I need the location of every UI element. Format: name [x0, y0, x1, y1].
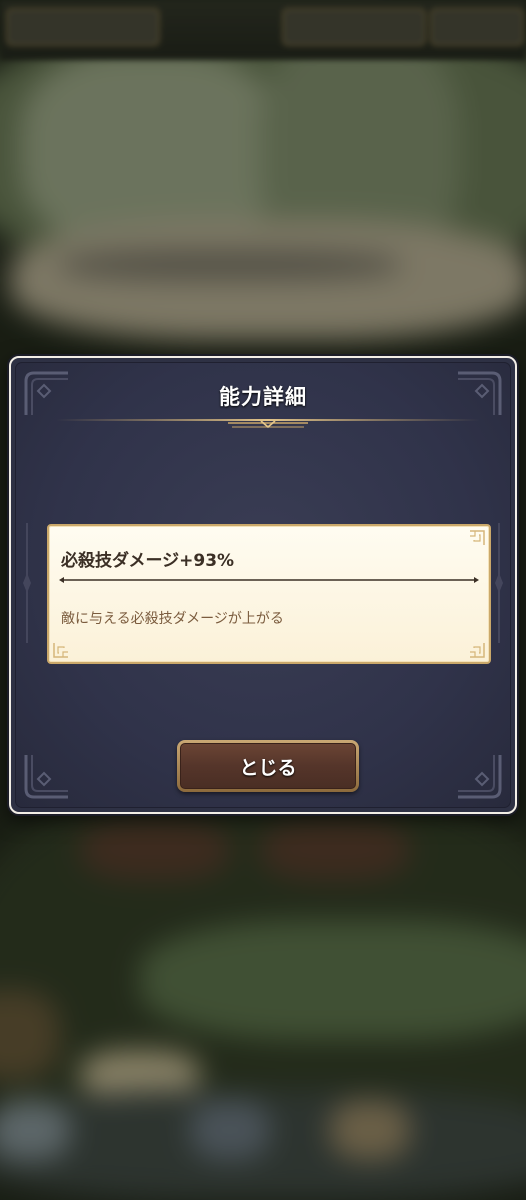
dialog-panel: 能力詳細 必殺技ダメージ+93% 敵に与える必殺技ダメージが上がる とじる: [15, 362, 511, 808]
corner-ornament-icon: [456, 753, 502, 799]
dialog-title: 能力詳細: [219, 385, 307, 409]
corner-ornament-icon: [24, 753, 70, 799]
card-corner-ornament-icon: [468, 529, 486, 547]
ability-info-card: 必殺技ダメージ+93% 敵に与える必殺技ダメージが上がる: [47, 524, 491, 664]
card-corner-ornament-icon: [52, 641, 70, 659]
card-corner-ornament-icon: [468, 641, 486, 659]
side-ornament-icon: [494, 523, 504, 643]
ability-description: 敵に与える必殺技ダメージが上がる: [61, 611, 284, 627]
side-ornament-icon: [22, 523, 32, 643]
ability-name: 必殺技ダメージ+93%: [61, 551, 235, 571]
title-divider: [56, 415, 480, 433]
card-divider: [59, 576, 479, 584]
close-button-label: とじる: [180, 743, 356, 789]
ability-detail-dialog: 能力詳細 必殺技ダメージ+93% 敵に与える必殺技ダメージが上がる とじる: [9, 356, 517, 814]
close-button[interactable]: とじる: [177, 740, 359, 792]
